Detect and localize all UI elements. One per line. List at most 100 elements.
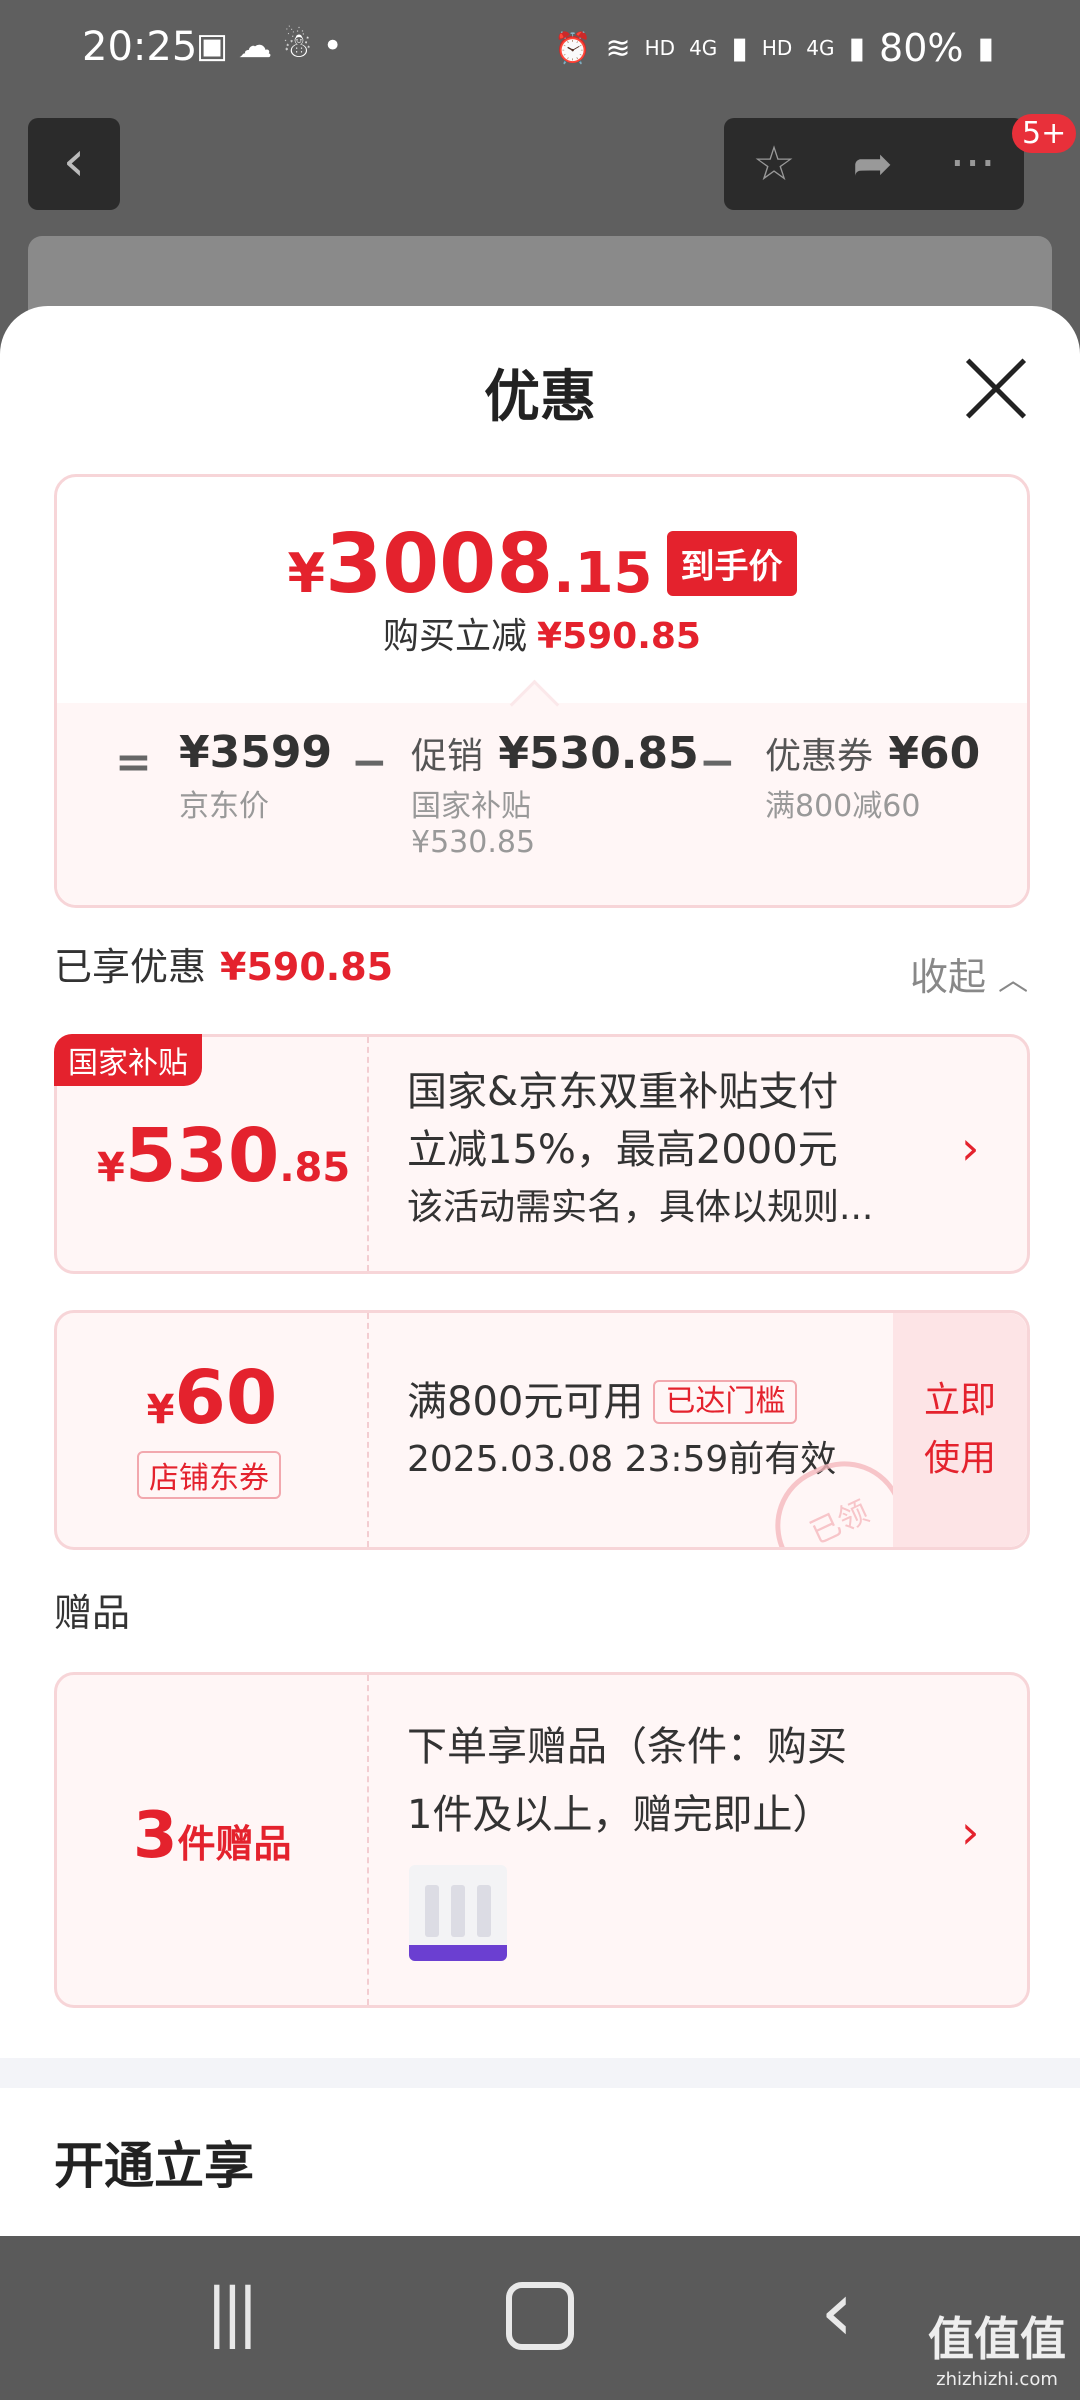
coupon-condition-row: 满800元可用 已达门槛 [407, 1373, 836, 1431]
minus-sign: − [351, 737, 388, 788]
status-bar: 20:25 ▣☁☃• ⏰ ≋ HD 4G ▮ HD 4G ▮ 80% ▮ [0, 0, 1080, 100]
card-divider [367, 1313, 369, 1547]
coupon-value-amount: 60 [174, 1355, 278, 1441]
use-now-line-1: 立即 [923, 1380, 996, 1421]
use-now-button[interactable]: 立即 使用 [893, 1313, 1027, 1547]
coupon-type: 店铺东券 [137, 1451, 281, 1499]
card-divider [367, 1037, 369, 1271]
more-icon[interactable]: ··· [950, 136, 996, 192]
enjoyed-amount: ¥590.85 [220, 945, 394, 989]
hd-label-2: HD [761, 36, 793, 60]
gifts-section-title: 赠品 [54, 1591, 131, 1635]
watermark-cn: 值值值 [928, 2312, 1066, 2366]
final-price-dec: .15 [553, 541, 653, 606]
final-price: ¥3008.15 到手价 [57, 517, 1027, 612]
equals-sign: = [115, 737, 152, 788]
promo-sub-label: 国家补贴 [411, 789, 531, 824]
watermark: 值值值 zhizhizhi.com [928, 2303, 1066, 2390]
gift-count-number: 3 [133, 1799, 178, 1873]
coupon-symbol: ¥ [146, 1387, 175, 1433]
reduction-label: 购买立减 [383, 616, 528, 657]
final-price-int: 3008 [325, 517, 554, 612]
gift-product-shape [477, 1885, 491, 1937]
gift-product-shape [451, 1885, 465, 1937]
base-price-label: 京东价 [179, 789, 269, 824]
minus-sign-2: − [699, 737, 736, 788]
coupon-condition: 满800减60 [765, 789, 921, 824]
reduction-amount: ¥590.85 [537, 616, 701, 657]
gift-count-label: 件赠品 [177, 1822, 292, 1866]
collapse-toggle[interactable]: 收起 ︿ [910, 946, 1028, 1001]
chevron-right-icon: › [961, 1121, 980, 1175]
subsidy-symbol: ¥ [97, 1145, 125, 1191]
top-action-bar: ☆ ➦ ··· [724, 118, 1024, 210]
battery-icon: ▮ [977, 30, 994, 66]
share-icon[interactable]: ➦ [853, 136, 893, 192]
threshold-reached-badge: 已达门槛 [653, 1380, 798, 1424]
subsidy-line-3: 该活动需实名，具体以规则... [407, 1187, 874, 1228]
gift-line-1: 下单享赠品（条件：购买 [407, 1724, 847, 1770]
sheet-title: 优惠 [484, 365, 596, 430]
coupon-condition-text: 满800元可用 [407, 1379, 644, 1425]
enjoyed-label: 已享优惠 [54, 945, 207, 989]
back-nav-icon[interactable]: ‹ [820, 2262, 854, 2360]
wechat-icon: ☁ [238, 26, 283, 66]
signal-icon: ▮ [731, 30, 748, 66]
signal-icon-2: ▮ [848, 30, 866, 66]
dot-icon: • [322, 26, 353, 66]
coupon-amount-row: 优惠券 ¥60 [765, 727, 980, 779]
section-separator [0, 2058, 1080, 2088]
subsidy-line-2: 立减15%，最高2000元 [407, 1127, 838, 1173]
purchase-reduction: 购买立减 ¥590.85 [57, 607, 1027, 659]
alarm-icon: ⏰ [554, 30, 592, 66]
gift-product-shape [425, 1885, 439, 1937]
coupon-expiry: 2025.03.08 23:59前有效 [407, 1439, 837, 1480]
coupon-amount: ¥60 [888, 728, 981, 779]
subsidy-card[interactable]: 国家补贴 ¥530.85 国家&京东双重补贴支付 立减15%，最高2000元 该… [54, 1034, 1030, 1274]
chevron-left-icon: ‹ [62, 129, 86, 194]
hd-label: HD [644, 36, 676, 60]
gift-card[interactable]: 3件赠品 下单享赠品（条件：购买 1件及以上，赠完即止） › [54, 1672, 1030, 2008]
recent-apps-icon[interactable]: ||| [206, 2276, 259, 2350]
star-icon[interactable]: ☆ [752, 136, 795, 192]
base-price: ¥3599 [179, 727, 333, 778]
network-label-2: 4G [806, 36, 835, 60]
gift-line-2: 1件及以上，赠完即止） [407, 1792, 833, 1838]
gift-count: 3件赠品 [133, 1799, 292, 1873]
membership-section-title: 开通立享 [54, 2137, 254, 2195]
coupon-description: 满800元可用 已达门槛 2025.03.08 23:59前有效 [407, 1373, 836, 1489]
gift-thumb-strip [409, 1945, 507, 1961]
home-icon[interactable] [506, 2282, 574, 2350]
battery-level: 80% [879, 26, 964, 70]
back-button[interactable]: ‹ [28, 118, 120, 210]
final-price-symbol: ¥ [287, 542, 326, 605]
promo-amount: ¥530.85 [498, 728, 699, 779]
coupon-label: 优惠券 [765, 736, 874, 777]
message-badge: 5+ [1012, 114, 1077, 153]
card-divider [367, 1675, 369, 2005]
price-summary-card: ¥3008.15 到手价 购买立减 ¥590.85 = ¥3599 京东价 − 促销… [54, 474, 1030, 908]
wifi-icon: ≋ [605, 30, 631, 66]
promo-label: 促销 [411, 736, 484, 777]
subsidy-ribbon: 国家补贴 [54, 1034, 202, 1086]
use-now-line-2: 使用 [923, 1438, 996, 1479]
coupon-card: ¥60 店铺东券 满800元可用 已达门槛 2025.03.08 23:59前有效… [54, 1310, 1030, 1550]
app-icon: ☃ [282, 26, 323, 66]
enjoyed-discount-header: 已享优惠 ¥590.85 [54, 936, 393, 991]
system-icons: ⏰ ≋ HD 4G ▮ HD 4G ▮ 80% ▮ [554, 26, 994, 70]
coupon-value: ¥60 [57, 1355, 367, 1441]
notification-icons: ▣☁☃• [196, 26, 353, 66]
close-icon[interactable] [960, 352, 1032, 424]
subsidy-line-1: 国家&京东双重补贴支付 [407, 1069, 839, 1115]
chevron-right-icon: › [961, 1805, 980, 1859]
image-icon: ▣ [196, 26, 239, 66]
clock: 20:25 [82, 24, 198, 70]
final-price-tag: 到手价 [666, 531, 797, 596]
gift-description: 下单享赠品（条件：购买 1件及以上，赠完即止） [407, 1713, 847, 1849]
collapse-label: 收起 [910, 955, 987, 999]
subsidy-dec: .85 [279, 1145, 351, 1191]
chevron-up-icon: ︿ [998, 963, 1029, 998]
network-label: 4G [689, 36, 718, 60]
gift-thumbnail [409, 1865, 507, 1961]
subsidy-int: 530 [124, 1113, 280, 1199]
